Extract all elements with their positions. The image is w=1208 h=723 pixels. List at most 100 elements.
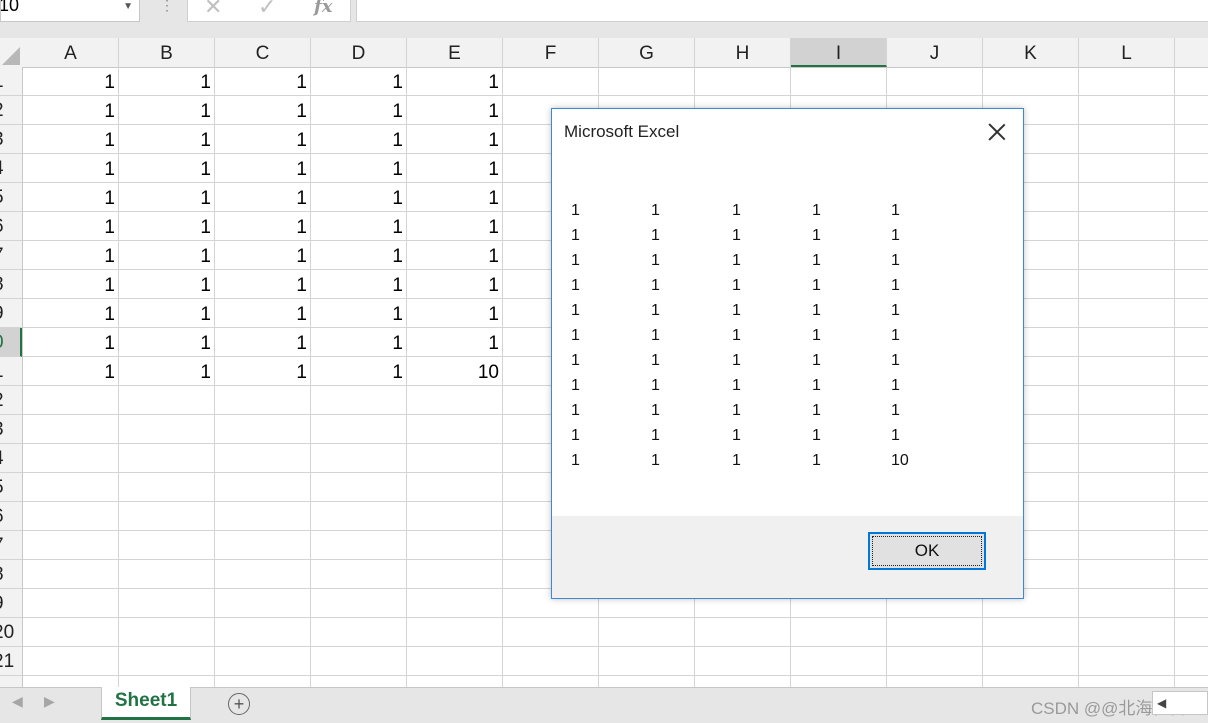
cell[interactable]: 1 bbox=[311, 299, 407, 328]
cell[interactable]: 1 bbox=[215, 270, 311, 299]
next-sheet-icon[interactable]: ▶ bbox=[44, 693, 55, 710]
column-header-c[interactable]: C bbox=[215, 38, 311, 67]
cell[interactable]: 1 bbox=[215, 328, 311, 357]
formula-input[interactable] bbox=[356, 0, 1208, 22]
close-icon[interactable] bbox=[986, 121, 1008, 143]
cell[interactable]: 10 bbox=[407, 357, 503, 386]
cell[interactable]: 1 bbox=[119, 270, 215, 299]
cell[interactable]: 1 bbox=[119, 328, 215, 357]
row-header[interactable]: 5 bbox=[0, 473, 22, 502]
add-sheet-icon[interactable]: + bbox=[228, 693, 250, 715]
cell[interactable]: 1 bbox=[119, 241, 215, 270]
cell[interactable]: 1 bbox=[215, 212, 311, 241]
name-box[interactable]: 10 ▼ bbox=[0, 0, 140, 22]
cell[interactable]: 1 bbox=[407, 67, 503, 96]
cell[interactable]: 1 bbox=[119, 96, 215, 125]
cell[interactable]: 1 bbox=[215, 357, 311, 386]
insert-function-button[interactable]: fx bbox=[314, 0, 332, 17]
row-header[interactable]: 4 bbox=[0, 444, 22, 473]
cell[interactable]: 1 bbox=[23, 270, 119, 299]
enter-icon[interactable]: ✓ bbox=[258, 0, 276, 20]
cell[interactable]: 1 bbox=[407, 154, 503, 183]
row-header[interactable]: 8 bbox=[0, 270, 22, 299]
row-header[interactable]: 7 bbox=[0, 531, 22, 560]
cell[interactable]: 1 bbox=[119, 125, 215, 154]
cell[interactable]: 1 bbox=[119, 183, 215, 212]
cell[interactable]: 1 bbox=[407, 328, 503, 357]
column-header-l[interactable]: L bbox=[1079, 38, 1175, 67]
cell[interactable]: 1 bbox=[407, 96, 503, 125]
cell[interactable]: 1 bbox=[407, 299, 503, 328]
cell[interactable]: 1 bbox=[23, 125, 119, 154]
cell[interactable]: 1 bbox=[311, 270, 407, 299]
row-header[interactable]: 6 bbox=[0, 212, 22, 241]
cell[interactable]: 1 bbox=[407, 125, 503, 154]
cell[interactable]: 1 bbox=[407, 212, 503, 241]
cell[interactable]: 1 bbox=[23, 212, 119, 241]
row-header[interactable]: 9 bbox=[0, 299, 22, 328]
row-header[interactable]: 1 bbox=[0, 67, 22, 96]
cell[interactable]: 1 bbox=[215, 299, 311, 328]
cell[interactable]: 1 bbox=[311, 154, 407, 183]
column-header-g[interactable]: G bbox=[599, 38, 695, 67]
row-header[interactable]: 3 bbox=[0, 125, 22, 154]
cell[interactable]: 1 bbox=[215, 183, 311, 212]
cell[interactable]: 1 bbox=[215, 96, 311, 125]
sheet-tab-sheet1[interactable]: Sheet1 bbox=[101, 687, 191, 720]
cell[interactable]: 1 bbox=[407, 270, 503, 299]
cell[interactable]: 1 bbox=[311, 125, 407, 154]
prev-sheet-icon[interactable]: ◀ bbox=[12, 693, 23, 710]
column-header-d[interactable]: D bbox=[311, 38, 407, 67]
ok-button[interactable]: OK bbox=[868, 532, 986, 570]
cell[interactable]: 1 bbox=[23, 67, 119, 96]
row-header[interactable]: 8 bbox=[0, 560, 22, 589]
row-header[interactable]: 4 bbox=[0, 154, 22, 183]
cell[interactable]: 1 bbox=[119, 299, 215, 328]
row-header[interactable]: 21 bbox=[0, 647, 22, 676]
row-header[interactable]: 5 bbox=[0, 183, 22, 212]
cell[interactable]: 1 bbox=[23, 154, 119, 183]
row-header[interactable]: 2 bbox=[0, 96, 22, 125]
cancel-icon[interactable]: ✕ bbox=[204, 0, 222, 20]
cell[interactable]: 1 bbox=[119, 357, 215, 386]
cell[interactable]: 1 bbox=[215, 67, 311, 96]
name-box-dropdown-icon[interactable]: ▼ bbox=[123, 0, 133, 16]
cell[interactable]: 1 bbox=[407, 241, 503, 270]
cell[interactable]: 1 bbox=[311, 357, 407, 386]
column-header-b[interactable]: B bbox=[119, 38, 215, 67]
cell[interactable]: 1 bbox=[23, 299, 119, 328]
cell[interactable]: 1 bbox=[23, 96, 119, 125]
column-header-j[interactable]: J bbox=[887, 38, 983, 67]
cell[interactable]: 1 bbox=[119, 212, 215, 241]
cell[interactable]: 1 bbox=[311, 241, 407, 270]
cell[interactable]: 1 bbox=[23, 183, 119, 212]
cell[interactable]: 1 bbox=[215, 154, 311, 183]
cell[interactable]: 1 bbox=[119, 67, 215, 96]
row-header[interactable]: 2 bbox=[0, 386, 22, 415]
cell[interactable]: 1 bbox=[311, 67, 407, 96]
column-header-k[interactable]: K bbox=[983, 38, 1079, 67]
cell[interactable]: 1 bbox=[215, 241, 311, 270]
row-header[interactable]: 9 bbox=[0, 589, 22, 618]
row-header[interactable]: 0 bbox=[0, 328, 22, 357]
row-header[interactable]: 7 bbox=[0, 241, 22, 270]
column-header-h[interactable]: H bbox=[695, 38, 791, 67]
cell[interactable]: 1 bbox=[215, 125, 311, 154]
cell[interactable]: 1 bbox=[23, 328, 119, 357]
horizontal-scroll-left-icon[interactable]: ◀ bbox=[1152, 691, 1208, 715]
cell[interactable]: 1 bbox=[311, 96, 407, 125]
row-header[interactable]: 1 bbox=[0, 357, 22, 386]
column-header-e[interactable]: E bbox=[407, 38, 503, 67]
row-header[interactable]: 6 bbox=[0, 502, 22, 531]
cell[interactable]: 1 bbox=[311, 328, 407, 357]
cell[interactable]: 1 bbox=[23, 241, 119, 270]
cell[interactable]: 1 bbox=[311, 183, 407, 212]
column-header-a[interactable]: A bbox=[23, 38, 119, 67]
cell[interactable]: 1 bbox=[407, 183, 503, 212]
row-header[interactable]: 3 bbox=[0, 415, 22, 444]
cell[interactable]: 1 bbox=[23, 357, 119, 386]
column-header-f[interactable]: F bbox=[503, 38, 599, 67]
cell[interactable]: 1 bbox=[119, 154, 215, 183]
column-header-i[interactable]: I bbox=[791, 38, 887, 67]
row-header[interactable]: 20 bbox=[0, 618, 22, 647]
